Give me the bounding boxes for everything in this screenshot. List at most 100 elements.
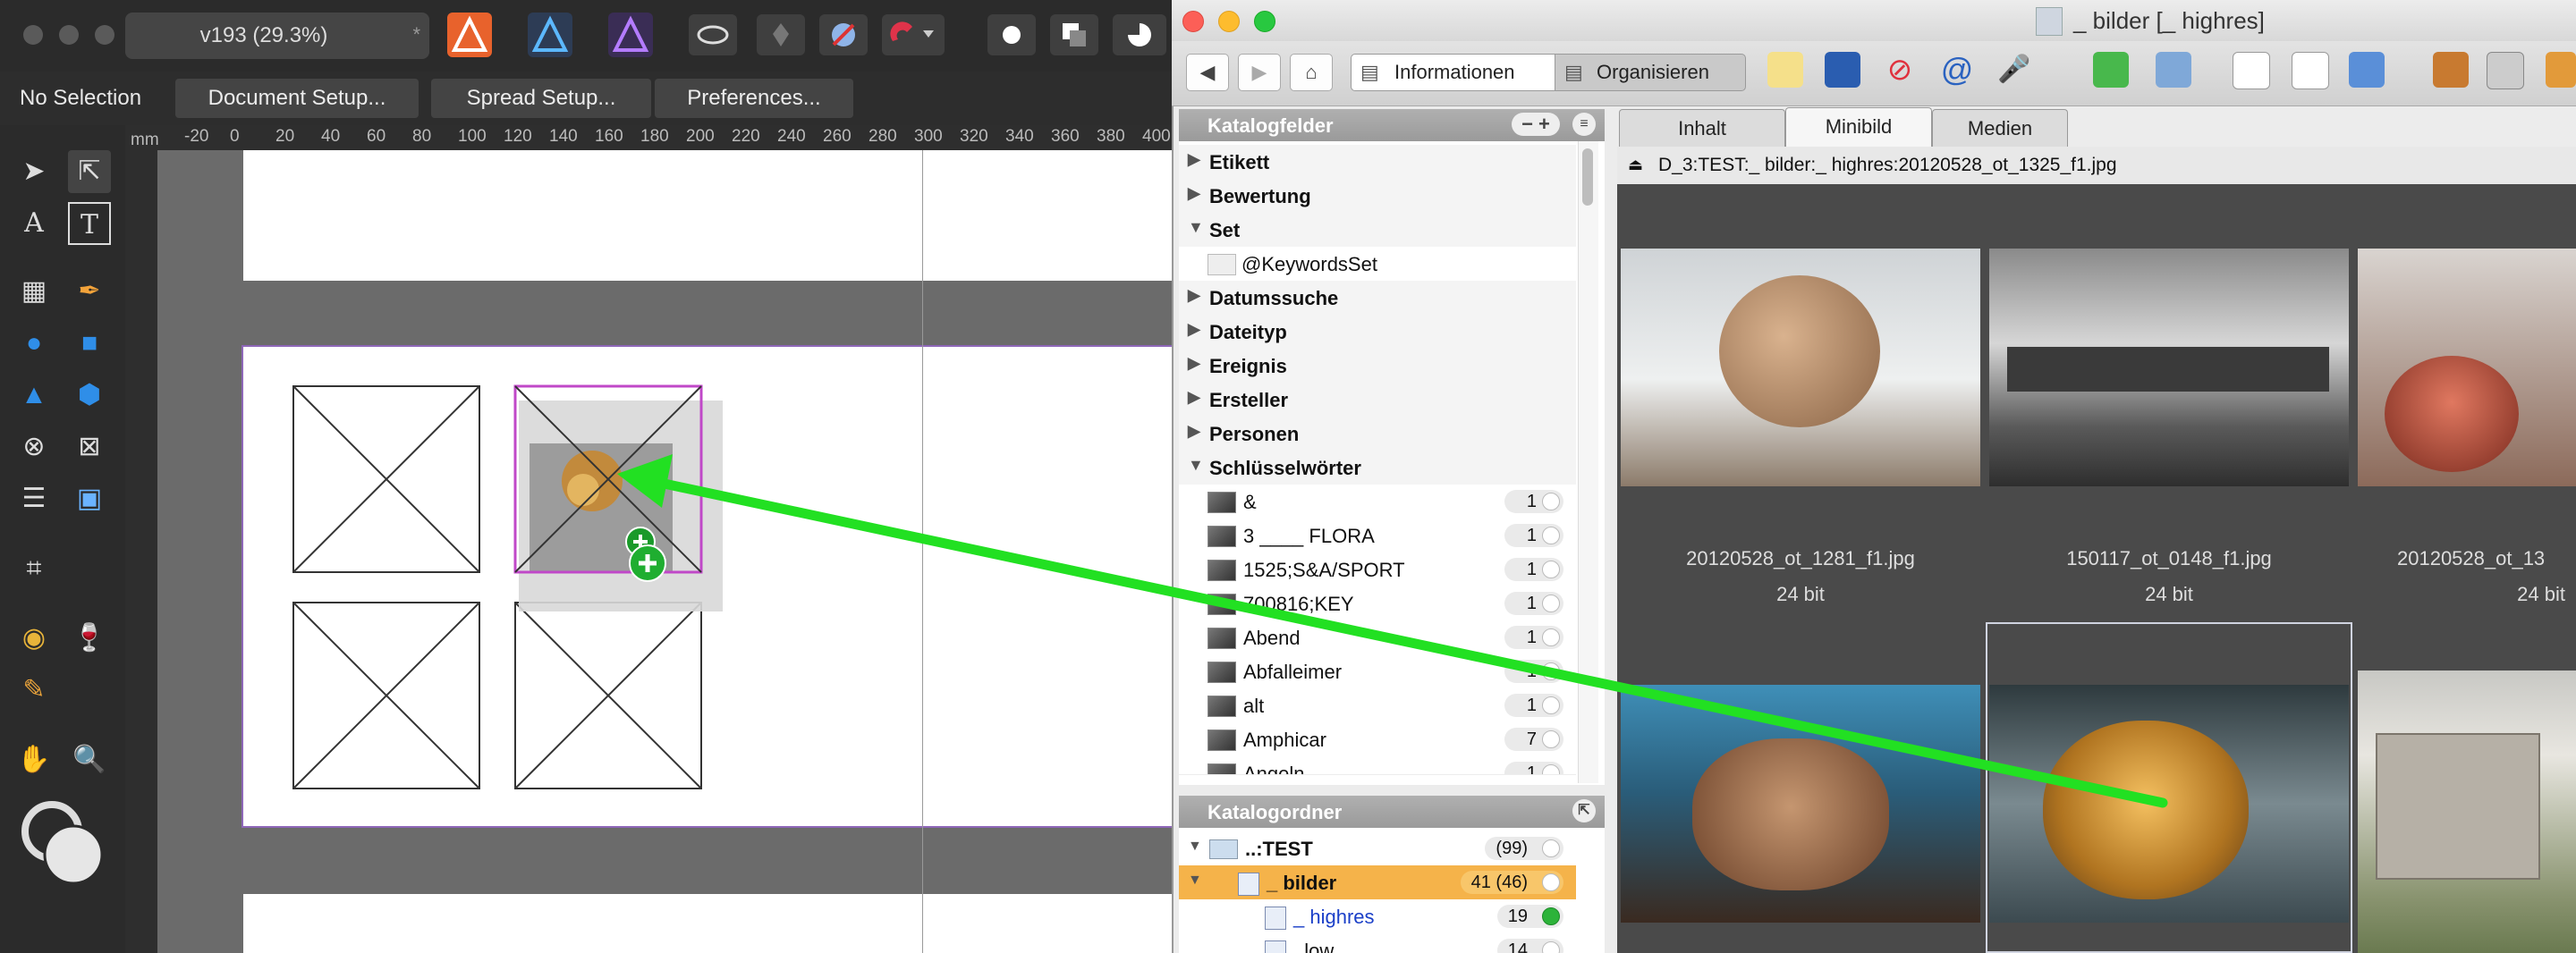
thumbnail-image[interactable] — [1989, 249, 2349, 486]
add-asset-icon[interactable] — [2093, 52, 2129, 88]
keyword-row[interactable]: alt 1 — [1179, 688, 1576, 723]
pin-icon[interactable] — [757, 14, 805, 55]
polygon-tool-icon[interactable]: ⬢ — [68, 374, 111, 417]
panel-menu-icon[interactable]: ⇱ — [1572, 799, 1596, 822]
keyword-row[interactable]: 3 ____ FLORA 1 — [1179, 519, 1576, 553]
keyword-row[interactable]: & 1 — [1179, 485, 1576, 519]
scroll-thumb[interactable] — [1582, 148, 1593, 206]
insert-shape-icon[interactable] — [987, 14, 1036, 55]
zoom-window-button[interactable] — [1254, 11, 1275, 32]
katalogfelder-scrollbar[interactable] — [1578, 141, 1598, 783]
disclosure-triangle-icon[interactable]: ▼ — [1188, 839, 1202, 855]
back-button[interactable]: ◀ — [1186, 54, 1229, 91]
disclosure-triangle-icon[interactable]: ▼ — [1188, 873, 1202, 889]
keyword-row[interactable]: Abfalleimer 1 — [1179, 654, 1576, 689]
folder-row[interactable]: _low 14 — [1179, 933, 1576, 953]
artistic-text-tool-icon[interactable]: A — [13, 202, 55, 245]
color-picker-tool-icon[interactable]: ✎ — [13, 669, 55, 712]
filmstrip-icon[interactable] — [1825, 52, 1860, 88]
disclosure-triangle-icon[interactable]: ▶ — [1188, 184, 1200, 203]
forward-button[interactable]: ▶ — [1238, 54, 1281, 91]
microphone-icon[interactable]: 🎤 — [1996, 52, 2032, 88]
folder-row[interactable]: ▼ ..:TEST (99) — [1179, 831, 1576, 865]
boolean-subtract-icon[interactable] — [1050, 14, 1098, 55]
disclosure-triangle-icon[interactable]: ▶ — [1188, 286, 1200, 305]
pie-shape-icon[interactable] — [1113, 14, 1166, 55]
preview-icon[interactable] — [2487, 52, 2524, 89]
thumbnail-image[interactable] — [2358, 670, 2576, 953]
keyword-row[interactable]: 1525;S&A/SPORT 1 — [1179, 552, 1576, 587]
spread-setup-button[interactable]: Spread Setup... — [431, 79, 651, 118]
designer-persona-icon[interactable] — [528, 13, 572, 57]
organisieren-button[interactable]: ▤ Organisieren — [1555, 54, 1746, 91]
category-row[interactable]: ▼ Set — [1179, 213, 1576, 248]
table-tool-icon[interactable]: ▦ — [13, 270, 55, 313]
category-row[interactable]: ▶ Ersteller — [1179, 383, 1576, 417]
node-tool-icon[interactable]: ⇱ — [68, 150, 111, 193]
ellipse-frame-tool-icon[interactable]: ⊗ — [13, 426, 55, 468]
color-swatches[interactable] — [18, 796, 116, 894]
thumbnail-image[interactable] — [1621, 685, 1980, 923]
category-row[interactable]: ▶ Datumssuche — [1179, 281, 1576, 316]
tab-minibild[interactable]: Minibild — [1785, 107, 1932, 148]
category-row[interactable]: ▼ Schlüsselwörter — [1179, 451, 1576, 485]
close-window-button[interactable] — [23, 25, 43, 45]
tab-medien[interactable]: Medien — [1932, 109, 2068, 148]
category-row[interactable]: ▶ Personen — [1179, 417, 1576, 451]
slideshow-icon[interactable] — [2349, 52, 2385, 88]
folder-row-selected[interactable]: ▼ _ bilder 41 (46) — [1179, 865, 1576, 899]
text-view-icon[interactable] — [2233, 52, 2270, 89]
category-row[interactable]: ▶ Dateityp — [1179, 315, 1576, 350]
transparency-tool-icon[interactable]: 🍷 — [68, 617, 111, 660]
zoom-tool-icon[interactable]: 🔍 — [68, 738, 111, 781]
place-image-tool-icon[interactable]: ▣ — [68, 477, 111, 520]
transform-icon[interactable] — [819, 14, 868, 55]
chart-view-icon[interactable] — [2292, 52, 2329, 89]
minimize-window-button[interactable] — [59, 25, 79, 45]
panel-menu-icon[interactable]: ≡ — [1572, 113, 1596, 136]
category-row[interactable]: ▶ Etikett — [1179, 145, 1576, 180]
edit-label-icon[interactable] — [1767, 52, 1803, 88]
frame-text-tool-icon[interactable]: T — [68, 202, 111, 245]
document-tab[interactable]: v193 (29.3%) * — [125, 13, 429, 59]
tab-inhalt[interactable]: Inhalt — [1619, 109, 1785, 148]
thumbnail-image[interactable] — [2358, 249, 2576, 486]
add-remove-field-buttons[interactable]: − + — [1512, 113, 1560, 136]
thumbnail-image[interactable] — [1621, 249, 1980, 486]
table-of-contents-icon[interactable]: ☰ — [13, 477, 55, 520]
triangle-tool-icon[interactable]: ▲ — [13, 374, 55, 417]
preview-mode-icon[interactable] — [689, 14, 737, 55]
keyword-row[interactable]: Abend 1 — [1179, 620, 1576, 655]
disclosure-triangle-icon[interactable]: ▶ — [1188, 150, 1200, 169]
category-row[interactable]: ▶ Ereignis — [1179, 349, 1576, 384]
move-tool-icon[interactable]: ➤ — [13, 150, 55, 193]
pen-tool-icon[interactable]: ✒ — [68, 270, 111, 313]
zoom-window-button[interactable] — [95, 25, 114, 45]
snapping-magnet-icon[interactable] — [882, 14, 945, 55]
hand-tool-icon[interactable]: ✋ — [13, 738, 55, 781]
minimize-window-button[interactable] — [1218, 11, 1240, 32]
publisher-persona-icon[interactable] — [447, 13, 492, 57]
keyword-row[interactable]: Amphicar 7 — [1179, 722, 1576, 757]
ellipse-tool-icon[interactable]: ● — [13, 322, 55, 365]
preferences-button[interactable]: Preferences... — [655, 79, 853, 118]
folder-row[interactable]: _ highres 19 — [1179, 899, 1576, 933]
rectangle-frame-tool-icon[interactable]: ⊠ — [68, 426, 111, 468]
email-at-icon[interactable]: @ — [1939, 52, 1975, 88]
disclosure-triangle-icon[interactable]: ▶ — [1188, 388, 1200, 407]
rectangle-tool-icon[interactable]: ■ — [68, 322, 111, 365]
close-window-button[interactable] — [1182, 11, 1204, 32]
document-setup-button[interactable]: Document Setup... — [175, 79, 419, 118]
informationen-button[interactable]: ▤ Informationen — [1351, 54, 1556, 91]
disclosure-triangle-icon[interactable]: ▶ — [1188, 354, 1200, 373]
crop-tool-icon[interactable]: ⌗ — [13, 547, 55, 590]
home-button[interactable]: ⌂ — [1290, 54, 1333, 91]
grid-view-icon[interactable] — [2433, 52, 2469, 88]
thumbnail-image[interactable] — [1989, 685, 2349, 923]
disclosure-triangle-icon[interactable]: ▼ — [1188, 218, 1204, 237]
category-row[interactable]: ▶ Bewertung — [1179, 179, 1576, 214]
keyword-row[interactable]: 700816;KEY 1 — [1179, 586, 1576, 621]
disclosure-triangle-icon[interactable]: ▶ — [1188, 422, 1200, 441]
photo-persona-icon[interactable] — [608, 13, 653, 57]
disclosure-triangle-icon[interactable]: ▼ — [1188, 456, 1204, 475]
